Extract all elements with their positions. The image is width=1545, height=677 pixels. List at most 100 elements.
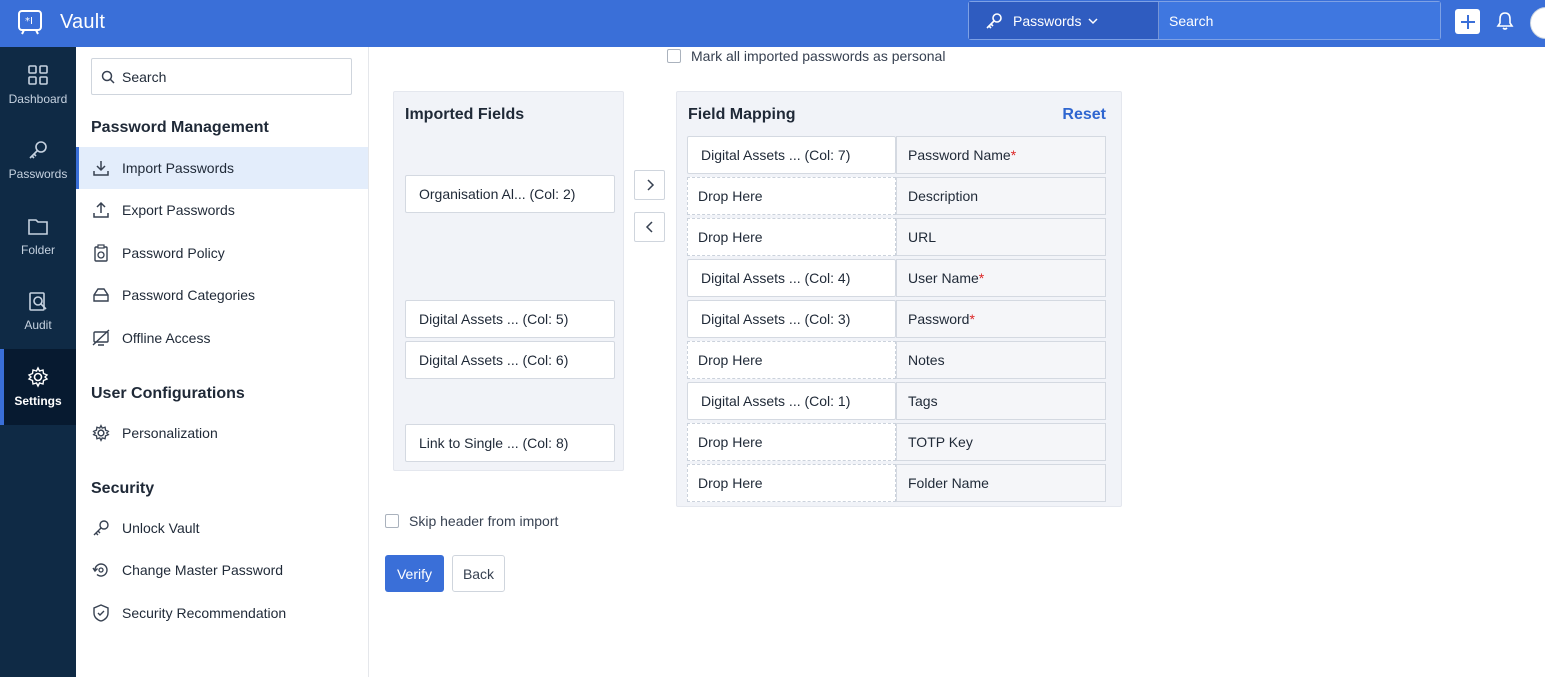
rail-item-audit[interactable]: Audit — [0, 274, 76, 350]
mapping-target-label: Tags — [908, 393, 938, 409]
mapping-target: URL — [896, 218, 1106, 256]
sidebar-search[interactable] — [91, 58, 352, 95]
imported-field-item[interactable]: Link to Single ... (Col: 8) — [405, 424, 615, 462]
rail-label: Folder — [20, 242, 55, 257]
import-icon — [93, 161, 109, 176]
mapping-target-label: Description — [908, 188, 979, 204]
gear-icon — [27, 366, 49, 388]
sidebar-item-label: Password Categories — [122, 287, 256, 303]
search-scope-dropdown[interactable]: Passwords — [969, 2, 1159, 39]
mapping-source[interactable]: Digital Assets ... (Col: 3) — [687, 300, 896, 338]
mapping-target-label: Password — [908, 311, 970, 327]
sidebar-item-label: Export Passwords — [122, 202, 235, 218]
mark-all-personal-label: Mark all imported passwords as personal — [691, 48, 946, 64]
drop-zone[interactable]: Drop Here — [687, 218, 896, 256]
drop-zone[interactable]: Drop Here — [687, 464, 896, 502]
brand[interactable]: *I Vault — [16, 8, 105, 36]
drop-zone[interactable]: Drop Here — [687, 423, 896, 461]
mark-all-personal-option[interactable]: Mark all imported passwords as personal — [667, 48, 945, 64]
key-icon — [29, 141, 47, 159]
audit-icon — [29, 292, 47, 312]
mapping-row: Drop Here Notes — [687, 341, 1107, 379]
field-mapping-panel: Field Mapping Reset Digital Assets ... (… — [676, 91, 1122, 507]
search-icon — [101, 70, 115, 84]
imported-fields-title: Imported Fields — [405, 106, 525, 123]
shield-check-icon — [93, 604, 109, 622]
sidebar-search-input[interactable] — [122, 68, 342, 85]
sidebar-item-change-master-password[interactable]: Change Master Password — [76, 549, 368, 591]
add-button[interactable] — [1455, 9, 1480, 34]
rail-item-dashboard[interactable]: Dashboard — [0, 47, 76, 123]
sidebar-item-unlock-vault[interactable]: Unlock Vault — [76, 507, 368, 549]
chevron-down-icon — [1088, 17, 1098, 24]
sidebar-item-label: Security Recommendation — [122, 605, 287, 621]
gear-icon — [92, 424, 110, 442]
folder-icon — [28, 218, 48, 235]
required-marker: * — [969, 311, 975, 327]
bell-icon[interactable] — [1496, 11, 1514, 31]
plus-icon — [1460, 14, 1475, 29]
mapping-row: Digital Assets ... (Col: 3) Password * — [687, 300, 1107, 338]
sidebar-item-security-recommendation[interactable]: Security Recommendation — [76, 592, 368, 634]
main-content: Mark all imported passwords as personal … — [369, 47, 1545, 677]
policy-icon — [94, 244, 108, 262]
verify-button[interactable]: Verify — [385, 555, 444, 592]
sidebar-item-offline-access[interactable]: Offline Access — [76, 317, 368, 359]
rail-item-settings[interactable]: Settings — [0, 349, 76, 425]
vault-logo-icon: *I — [18, 10, 42, 35]
mapping-row: Digital Assets ... (Col: 1) Tags — [687, 382, 1107, 420]
required-marker: * — [1010, 147, 1017, 163]
skip-header-checkbox[interactable] — [385, 514, 399, 528]
mapping-target-label: Folder Name — [908, 475, 989, 491]
back-button[interactable]: Back — [452, 555, 505, 592]
sidebar-item-label: Personalization — [122, 425, 218, 441]
rail-label: Settings — [14, 393, 62, 408]
rail-item-folder[interactable]: Folder — [0, 198, 76, 274]
rail-label: Passwords — [8, 167, 68, 182]
mapping-target: Tags — [896, 382, 1106, 420]
chevron-left-icon — [645, 221, 653, 233]
required-marker: * — [978, 270, 985, 286]
top-bar: *I Vault Passwords — [0, 0, 1545, 47]
mapping-target: Password Name * — [896, 136, 1106, 174]
sidebar-item-password-categories[interactable]: Password Categories — [76, 274, 368, 316]
drop-zone[interactable]: Drop Here — [687, 177, 896, 215]
rail-label: Audit — [24, 318, 52, 333]
drop-zone[interactable]: Drop Here — [687, 341, 896, 379]
imported-field-item[interactable]: Digital Assets ... (Col: 6) — [405, 341, 615, 379]
reset-link[interactable]: Reset — [1062, 106, 1106, 124]
avatar[interactable] — [1530, 7, 1545, 39]
section-title-security: Security — [91, 480, 155, 497]
mapping-target: Notes — [896, 341, 1106, 379]
sidebar-item-label: Change Master Password — [122, 562, 284, 578]
global-search: Passwords — [968, 1, 1441, 40]
sidebar-item-import-passwords[interactable]: Import Passwords — [76, 147, 368, 189]
mapping-row: Drop Here Folder Name — [687, 464, 1107, 502]
chevron-right-icon — [646, 179, 654, 191]
sidebar-item-export-passwords[interactable]: Export Passwords — [76, 189, 368, 231]
rail-label: Dashboard — [8, 91, 68, 106]
move-left-button[interactable] — [634, 212, 665, 242]
sidebar-item-label: Import Passwords — [122, 160, 235, 176]
imported-fields-panel: Imported Fields Organisation Al... (Col:… — [393, 91, 624, 471]
mapping-target-label: TOTP Key — [908, 434, 973, 450]
offline-icon — [92, 329, 110, 346]
global-search-input[interactable] — [1159, 2, 1440, 39]
skip-header-option[interactable]: Skip header from import — [385, 513, 558, 529]
sidebar-item-personalization[interactable]: Personalization — [76, 412, 368, 454]
sidebar-item-password-policy[interactable]: Password Policy — [76, 232, 368, 274]
rail-item-passwords[interactable]: Passwords — [0, 123, 76, 199]
sidebar-item-label: Password Policy — [122, 245, 225, 261]
settings-sidebar: Password Management Import Passwords Exp… — [76, 47, 369, 677]
unlock-key-icon — [93, 520, 109, 536]
mapping-source[interactable]: Digital Assets ... (Col: 4) — [687, 259, 896, 297]
categories-icon — [93, 288, 109, 302]
mapping-source[interactable]: Digital Assets ... (Col: 7) — [687, 136, 896, 174]
mapping-source[interactable]: Digital Assets ... (Col: 1) — [687, 382, 896, 420]
imported-field-item[interactable]: Digital Assets ... (Col: 5) — [405, 300, 615, 338]
mark-all-personal-checkbox[interactable] — [667, 49, 681, 63]
move-right-button[interactable] — [634, 170, 665, 200]
mapping-row: Drop Here Description — [687, 177, 1107, 215]
imported-field-item[interactable]: Organisation Al... (Col: 2) — [405, 175, 615, 213]
sidebar-item-label: Offline Access — [122, 330, 211, 346]
